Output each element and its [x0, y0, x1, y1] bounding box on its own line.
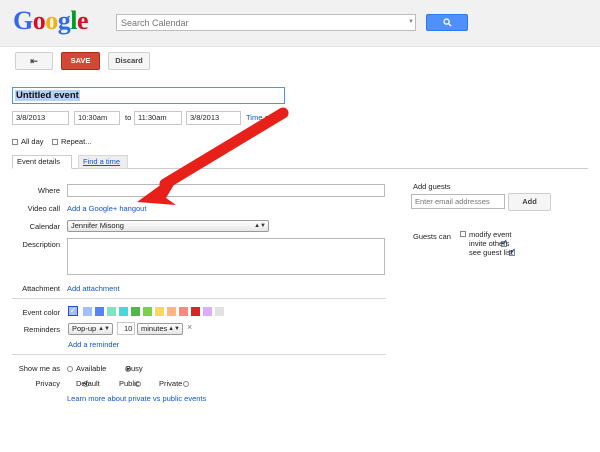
back-arrow-icon: ⇤: [30, 56, 38, 66]
discard-button[interactable]: Discard: [108, 52, 150, 70]
privacy-private-radio[interactable]: [182, 381, 189, 387]
guest-email-input[interactable]: [412, 195, 505, 207]
event-title-text: Untitled event: [15, 90, 80, 101]
back-button[interactable]: ⇤: [15, 52, 53, 70]
add-guest-button[interactable]: Add: [508, 193, 551, 211]
color-swatch[interactable]: [179, 307, 188, 316]
color-swatch[interactable]: [83, 307, 92, 316]
google-logo[interactable]: Google: [13, 6, 89, 36]
color-swatch[interactable]: [95, 307, 104, 316]
color-swatch[interactable]: [143, 307, 152, 316]
logo-letter: o: [32, 6, 46, 35]
add-attachment-link[interactable]: Add attachment: [67, 284, 120, 293]
color-swatch[interactable]: [155, 307, 164, 316]
start-time-field[interactable]: 10:30am: [74, 111, 120, 125]
color-swatch[interactable]: [203, 307, 212, 316]
search-input[interactable]: [117, 15, 401, 30]
start-date-field[interactable]: 3/8/2013: [12, 111, 69, 125]
event-title-input[interactable]: Untitled event: [12, 87, 285, 104]
guests-can-label: Guests can: [413, 232, 451, 241]
reminder-value-input[interactable]: 10: [117, 322, 135, 335]
privacy-private-label: Private: [159, 379, 183, 388]
logo-letter: G: [13, 6, 33, 35]
privacy-learn-more-link[interactable]: Learn more about private vs public event…: [67, 394, 206, 403]
attachment-label: Attachment: [22, 284, 60, 293]
available-label: Available: [76, 364, 107, 373]
calendar-select[interactable]: Jennifer Misong ▲▼: [67, 220, 269, 232]
search-icon: [442, 18, 452, 27]
section-divider: [12, 298, 386, 299]
where-label: Where: [37, 186, 60, 195]
reminder-unit-select[interactable]: minutes ▲▼: [137, 323, 183, 335]
save-button[interactable]: SAVE: [61, 52, 100, 70]
logo-letter: o: [45, 6, 58, 35]
privacy-public-label: Public: [119, 379, 140, 388]
guest-email-input-box[interactable]: [411, 194, 505, 209]
color-swatch[interactable]: [119, 307, 128, 316]
color-swatch[interactable]: [107, 307, 116, 316]
busy-label: Busy: [126, 364, 143, 373]
add-hangout-link[interactable]: Add a Google+ hangout: [67, 204, 146, 213]
end-date-field[interactable]: 3/8/2013: [186, 111, 241, 125]
color-swatch[interactable]: [191, 307, 200, 316]
timezone-link[interactable]: Time z: [246, 113, 268, 122]
color-swatch[interactable]: [167, 307, 176, 316]
reminder-type-value: Pop-up: [72, 324, 97, 333]
section-divider: [12, 354, 386, 355]
modify-event-checkbox[interactable]: [460, 231, 466, 237]
description-textarea[interactable]: [67, 238, 385, 275]
reminder-type-select[interactable]: Pop-up ▲▼: [68, 323, 113, 335]
show-me-as-label: Show me as: [18, 364, 60, 373]
to-label: to: [125, 113, 132, 122]
logo-letter: l: [70, 6, 77, 35]
color-swatch[interactable]: [215, 307, 224, 316]
search-options-dropdown-icon[interactable]: ▼: [406, 14, 416, 31]
invite-others-label: invite others: [469, 239, 510, 248]
select-arrows-icon: ▲▼: [98, 326, 110, 332]
search-button[interactable]: [426, 14, 468, 31]
logo-letter: e: [76, 6, 89, 35]
available-radio[interactable]: [67, 366, 73, 372]
logo-letter: g: [57, 6, 71, 35]
select-arrows-icon: ▲▼: [168, 326, 180, 332]
repeat-checkbox[interactable]: [52, 139, 58, 145]
tab-event-details[interactable]: Event details: [12, 155, 72, 169]
privacy-default-label: Default: [76, 379, 100, 388]
reminder-unit-value: minutes: [141, 324, 168, 333]
tab-find-a-time[interactable]: Find a time: [78, 155, 128, 169]
search-box[interactable]: [116, 14, 416, 31]
reminders-label: Reminders: [23, 325, 60, 334]
select-arrows-icon: ▲▼: [254, 223, 266, 229]
see-guest-list-label: see guest list: [469, 248, 513, 257]
description-label: Description: [22, 240, 60, 249]
calendar-select-value: Jennifer Misong: [71, 221, 124, 230]
event-color-label: Event color: [22, 308, 60, 317]
video-call-label: Video call: [27, 204, 60, 213]
all-day-checkbox[interactable]: [12, 139, 18, 145]
privacy-label: Privacy: [35, 379, 60, 388]
add-reminder-link[interactable]: Add a reminder: [68, 340, 119, 349]
where-input[interactable]: [67, 184, 385, 197]
repeat-label: Repeat...: [61, 137, 92, 146]
color-swatch[interactable]: [131, 307, 140, 316]
calendar-label: Calendar: [29, 222, 60, 231]
all-day-label: All day: [21, 137, 44, 146]
default-color-selected[interactable]: ✓: [68, 306, 78, 316]
add-guests-label: Add guests: [413, 182, 451, 191]
end-time-field[interactable]: 11:30am: [134, 111, 182, 125]
remove-reminder-icon[interactable]: ×: [187, 322, 192, 332]
